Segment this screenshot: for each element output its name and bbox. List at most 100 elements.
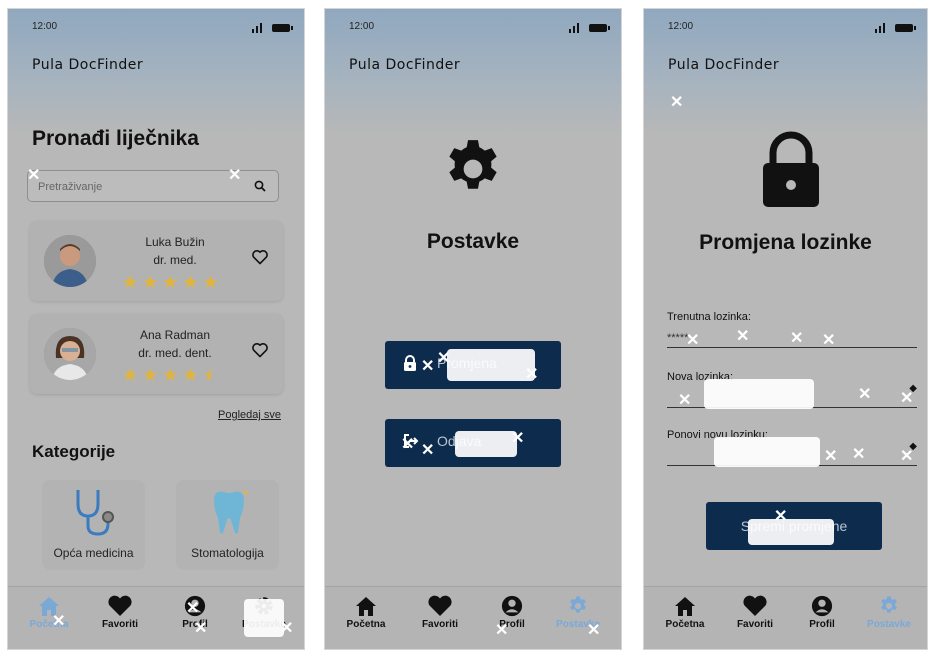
nav-home[interactable]: Početna	[331, 595, 401, 630]
app-name: Pula DocFinder	[349, 57, 461, 73]
nav-home[interactable]: Početna	[14, 595, 84, 630]
logout-icon	[403, 433, 419, 452]
battery-icon	[589, 24, 610, 32]
star-icon: ★	[122, 365, 139, 385]
home-icon	[356, 597, 376, 616]
svg-text:✦: ✦	[242, 489, 250, 499]
signal-icon	[569, 23, 579, 33]
category-card[interactable]: Opća medicina	[42, 480, 145, 570]
doctor-card[interactable]: Ana Radman dr. med. dent. ★ ★ ★ ★ ★	[30, 314, 283, 394]
lock-icon	[403, 355, 417, 374]
nav-label: Početna	[346, 619, 386, 630]
nav-label: Početna	[665, 619, 705, 630]
occlusion-mark	[455, 431, 517, 457]
status-time: 12:00	[668, 21, 694, 32]
star-icon: ★	[162, 272, 179, 292]
view-all-link[interactable]: Pogledaj sve	[218, 409, 281, 421]
show-password-icon[interactable]: ◆	[909, 383, 917, 394]
status-time: 12:00	[349, 21, 375, 32]
page-title: Promjena lozinke	[699, 231, 872, 254]
nav-favorites[interactable]: Favoriti	[85, 595, 155, 630]
nav-settings[interactable]: Postavke	[854, 595, 924, 630]
tooth-icon: ✦	[206, 486, 252, 543]
nav-profile[interactable]: Profil	[787, 595, 857, 630]
category-label: Opća medicina	[53, 546, 134, 560]
profile-icon	[501, 595, 523, 617]
category-card[interactable]: ✦ Stomatologija	[176, 480, 279, 570]
star-half-icon: ★	[202, 365, 219, 385]
gear-icon	[570, 596, 586, 613]
status-bar: 12:00	[349, 21, 610, 35]
stethoscope-icon	[70, 486, 120, 543]
nav-label: Favoriti	[101, 619, 139, 630]
occlusion-mark	[447, 349, 535, 381]
star-icon: ★	[142, 365, 159, 385]
bottom-nav: Početna Favoriti Profil Postavke	[325, 586, 621, 649]
heart-icon	[743, 595, 767, 616]
lock-icon	[761, 131, 821, 212]
doctor-title: dr. med. dent.	[138, 346, 212, 360]
current-password-field[interactable]	[667, 329, 917, 348]
star-icon: ★	[122, 272, 139, 292]
doctor-card[interactable]: Luka Bužin dr. med. ★ ★ ★ ★ ★	[30, 221, 283, 301]
search-box[interactable]	[27, 170, 279, 202]
status-bar: 12:00	[668, 21, 916, 35]
star-icon: ★	[182, 272, 199, 292]
doctor-title: dr. med.	[153, 253, 197, 267]
favorite-heart-icon[interactable]	[251, 249, 269, 270]
nav-label: Profil	[499, 619, 525, 630]
nav-label: Početna	[29, 619, 69, 630]
heart-icon	[108, 595, 132, 616]
current-password-label: Trenutna lozinka:	[667, 311, 751, 323]
doctor-avatar	[44, 328, 96, 380]
rating-stars: ★ ★ ★ ★ ★	[122, 273, 219, 291]
app-name: Pula DocFinder	[32, 57, 144, 73]
star-icon: ★	[202, 272, 219, 292]
star-icon: ★	[182, 365, 199, 385]
page-title: Postavke	[426, 230, 520, 253]
occlusion-mark	[244, 599, 284, 637]
nav-label: Favoriti	[736, 619, 774, 630]
signal-icon	[875, 23, 885, 33]
nav-profile[interactable]: Profil	[477, 595, 547, 630]
nav-home[interactable]: Početna	[650, 595, 720, 630]
categories-title: Kategorije	[32, 442, 116, 461]
profile-icon	[811, 595, 833, 617]
signal-icon	[252, 23, 262, 33]
occlusion-mark	[714, 437, 820, 467]
back-arrow-icon[interactable]: ✕	[670, 95, 683, 111]
bottom-nav: Početna Favoriti Profil Postavke	[644, 586, 927, 649]
page-title: Pronađi liječnika	[32, 127, 199, 150]
search-icon[interactable]	[254, 179, 266, 197]
home-icon	[39, 597, 59, 616]
favorite-heart-icon[interactable]	[251, 342, 269, 363]
nav-favorites[interactable]: Favoriti	[720, 595, 790, 630]
nav-label: Favoriti	[421, 619, 459, 630]
nav-label: Profil	[182, 619, 208, 630]
category-label: Stomatologija	[191, 546, 264, 560]
change-password-screen: 12:00 Pula DocFinder ✕ Promjena lozinke …	[643, 8, 928, 650]
doctor-name: Ana Radman	[139, 328, 211, 342]
status-bar: 12:00	[32, 21, 293, 35]
occlusion-mark	[704, 379, 814, 409]
app-name: Pula DocFinder	[668, 57, 780, 73]
profile-icon	[184, 595, 206, 617]
home-screen: 12:00 Pula DocFinder Pronađi liječnika L…	[7, 8, 305, 650]
heart-icon	[428, 595, 452, 616]
star-icon: ★	[142, 272, 159, 292]
search-input[interactable]	[36, 177, 240, 197]
doctor-avatar	[44, 235, 96, 287]
show-password-icon[interactable]: ◆	[909, 441, 917, 452]
battery-icon	[895, 24, 916, 32]
occlusion-mark	[748, 519, 834, 545]
nav-label: Postavke	[867, 619, 911, 630]
nav-label: Postavke	[556, 619, 600, 630]
nav-profile[interactable]: Profil	[160, 595, 230, 630]
rating-stars: ★ ★ ★ ★ ★	[122, 366, 219, 384]
status-time: 12:00	[32, 21, 58, 32]
nav-label: Profil	[809, 619, 835, 630]
nav-settings[interactable]: Postavke	[543, 595, 613, 630]
doctor-name: Luka Bužin	[145, 235, 205, 249]
nav-favorites[interactable]: Favoriti	[405, 595, 475, 630]
home-icon	[675, 597, 695, 616]
